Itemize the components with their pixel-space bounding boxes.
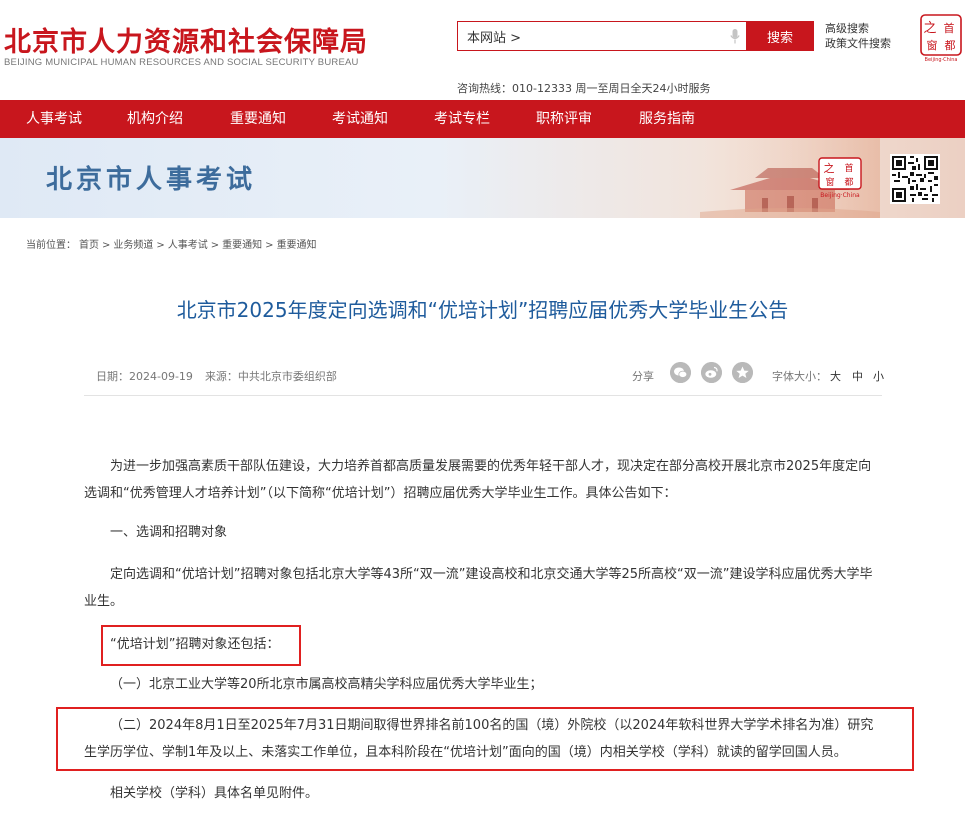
nav-item-service-guide[interactable]: 服务指南 — [639, 100, 695, 138]
annotation-highlight-box — [101, 625, 301, 666]
svg-text:之: 之 — [923, 21, 936, 36]
star-favorite-icon[interactable] — [732, 362, 753, 383]
svg-text:窗: 窗 — [825, 176, 834, 188]
capital-window-seal-logo: 之 首 窗 都 Beijing·China — [920, 14, 962, 62]
hotline-text: 咨询热线：010-12333 周一至周日全天24小时服务 — [457, 82, 711, 95]
site-title[interactable]: 北京市人力资源和社会保障局 — [4, 20, 368, 59]
wechat-share-icon[interactable] — [670, 362, 691, 383]
nav-item-title-review[interactable]: 职称评审 — [536, 100, 592, 138]
capital-window-seal-icon: 之 首 窗 都 Beijing·China — [818, 157, 862, 199]
section-banner: 北京市人事考试 之 首 窗 都 Beijing·China — [0, 138, 965, 218]
annotation-highlight-box — [56, 707, 914, 771]
nav-item-about[interactable]: 机构介绍 — [127, 100, 183, 138]
svg-text:首: 首 — [944, 21, 955, 35]
svg-text:都: 都 — [844, 177, 853, 188]
article-paragraph: 定向选调和“优培计划”招聘对象包括北京大学等43所“双一流”建设高校和北京交通大… — [84, 567, 873, 609]
article-source: 来源：中共北京市委组织部 — [204, 370, 337, 383]
qr-code-icon — [890, 154, 940, 204]
nav-item-exam-notices[interactable]: 考试通知 — [332, 100, 388, 138]
breadcrumb-separator: > — [156, 240, 165, 251]
search-box — [457, 21, 747, 51]
svg-text:都: 都 — [945, 39, 956, 52]
main-nav: 人事考试 机构介绍 重要通知 考试通知 考试专栏 职称评审 服务指南 — [0, 100, 965, 138]
article-date: 日期：2024-09-19 — [96, 370, 193, 383]
share-label: 分享 — [632, 370, 654, 383]
article-title: 北京市2025年度定向选调和“优培计划”招聘应届优秀大学毕业生公告 — [176, 298, 789, 322]
article-paragraph: 为进一步加强高素质干部队伍建设，大力培养首都高质量发展需要的优秀年轻干部人才，现… — [84, 459, 872, 501]
font-size-large[interactable]: 大 — [830, 368, 841, 384]
breadcrumb-separator: > — [210, 240, 220, 251]
article-meta: 日期：2024-09-19 来源：中共北京市委组织部 — [96, 368, 349, 384]
nav-item-personnel-exams[interactable]: 人事考试 — [26, 100, 82, 138]
search-input[interactable] — [458, 22, 708, 50]
breadcrumb-important-notices[interactable]: 重要通知 — [222, 240, 262, 251]
breadcrumb-business-channel[interactable]: 业务频道 — [113, 240, 153, 251]
microphone-icon[interactable] — [730, 29, 740, 44]
svg-text:窗: 窗 — [927, 38, 938, 52]
breadcrumb: 当前位置： 首页 > 业务频道 > 人事考试 > 重要通知 > 重要通知 — [26, 236, 320, 251]
nav-item-exam-column[interactable]: 考试专栏 — [434, 100, 490, 138]
breadcrumb-important-notices-current[interactable]: 重要通知 — [277, 240, 317, 251]
weibo-share-icon[interactable] — [701, 362, 722, 383]
site-header: 北京市人力资源和社会保障局 BEIJING MUNICIPAL HUMAN RE… — [0, 0, 965, 100]
breadcrumb-separator: > — [102, 240, 111, 251]
breadcrumb-personnel-exams[interactable]: 人事考试 — [168, 240, 208, 251]
search-button[interactable]: 搜索 — [746, 21, 814, 51]
site-title-english: BEIJING MUNICIPAL HUMAN RESOURCES AND SO… — [4, 57, 359, 68]
font-size-label: 字体大小： — [772, 370, 827, 383]
advanced-search-link[interactable]: 高级搜索 — [825, 21, 869, 36]
policy-search-link[interactable]: 政策文件搜索 — [825, 36, 891, 51]
svg-text:首: 首 — [844, 162, 853, 174]
article-section-heading: 一、选调和招聘对象 — [110, 525, 228, 540]
meta-divider — [84, 395, 882, 396]
font-size-small[interactable]: 小 — [873, 368, 884, 384]
svg-text:Beijing·China: Beijing·China — [925, 57, 958, 62]
svg-text:之: 之 — [824, 161, 835, 175]
breadcrumb-prefix: 当前位置： — [26, 240, 76, 251]
font-size-medium[interactable]: 中 — [852, 368, 863, 384]
nav-item-important-notices[interactable]: 重要通知 — [230, 100, 286, 138]
article-paragraph: （一）北京工业大学等20所北京市属高校高精尖学科应届优秀大学毕业生； — [110, 677, 543, 692]
article-paragraph: 相关学校（学科）具体名单见附件。 — [110, 786, 319, 801]
svg-text:Beijing·China: Beijing·China — [820, 192, 860, 199]
breadcrumb-separator: > — [265, 240, 274, 251]
breadcrumb-home[interactable]: 首页 — [79, 240, 99, 251]
banner-title: 北京市人事考试 — [46, 165, 257, 195]
